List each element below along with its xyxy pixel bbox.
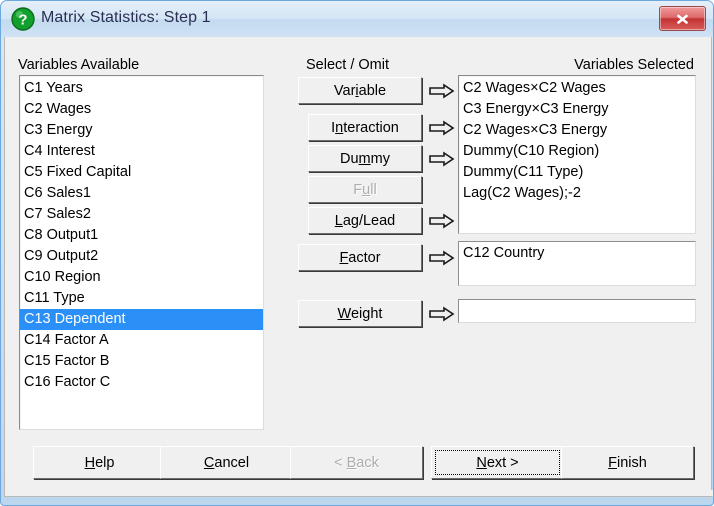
finish-button[interactable]: Finish [561, 446, 694, 479]
variable-list-item[interactable]: C10 Region [20, 267, 263, 288]
close-icon [677, 14, 688, 24]
help-button-label: Help [84, 454, 115, 471]
selected-variable-list-item[interactable]: Dummy(C11 Type) [459, 162, 695, 183]
factor-button[interactable]: Factor [298, 244, 422, 271]
full-button-label: Full [353, 181, 377, 198]
variable-list-item[interactable]: C6 Sales1 [20, 183, 263, 204]
variable-list-item[interactable]: C1 Years [20, 78, 263, 99]
variable-list-item[interactable]: C4 Interest [20, 141, 263, 162]
dummy-button[interactable]: Dummy [308, 145, 422, 172]
cancel-button-label: Cancel [203, 454, 250, 471]
variable-list-item[interactable]: C16 Factor C [20, 372, 263, 393]
svg-text:?: ? [18, 12, 27, 29]
variable-list-item[interactable]: C2 Wages [20, 99, 263, 120]
full-button: Full [308, 176, 422, 203]
title-bar[interactable]: ? Matrix Statistics: Step 1 [1, 1, 713, 37]
lag-lead-button[interactable]: Lag/Lead [308, 207, 422, 234]
back-button-label: < Back [334, 454, 379, 471]
variable-list-item[interactable]: C7 Sales2 [20, 204, 263, 225]
finish-button-label: Finish [608, 454, 647, 471]
variable-list-item[interactable]: C3 Energy [20, 120, 263, 141]
variable-list-item[interactable]: C11 Type [20, 288, 263, 309]
arrow-right-icon [429, 120, 455, 136]
variable-button-label: Variable [333, 82, 387, 99]
dummy-button-label: Dummy [340, 150, 390, 167]
variable-list-item[interactable]: C14 Factor A [20, 330, 263, 351]
arrow-right-icon [429, 213, 455, 229]
selected-variable-list-item[interactable]: Dummy(C10 Region) [459, 141, 695, 162]
lag-lead-button-label: Lag/Lead [334, 212, 396, 229]
factor-button-label: Factor [339, 249, 381, 266]
weight-field[interactable] [458, 299, 696, 323]
arrow-right-icon [429, 151, 455, 167]
arrow-right-icon [429, 306, 455, 322]
close-button[interactable] [659, 6, 706, 31]
cancel-button[interactable]: Cancel [160, 446, 293, 479]
window-title: Matrix Statistics: Step 1 [41, 9, 211, 26]
variable-list-item[interactable]: C8 Output1 [20, 225, 263, 246]
interaction-button[interactable]: Interaction [308, 114, 422, 141]
next-button[interactable]: Next > [431, 446, 564, 479]
bottom-divider [5, 490, 713, 496]
selected-variable-list-item[interactable]: C3 Energy×C3 Energy [459, 99, 695, 120]
selected-variable-list-item[interactable]: C2 Wages×C3 Energy [459, 120, 695, 141]
variable-list-item[interactable]: C15 Factor B [20, 351, 263, 372]
arrow-right-icon [429, 83, 455, 99]
variable-list-item[interactable]: C13 Dependent [20, 309, 263, 330]
variable-button[interactable]: Variable [298, 77, 422, 104]
help-button[interactable]: Help [33, 446, 166, 479]
selected-variable-list-item[interactable]: C2 Wages×C2 Wages [459, 78, 695, 99]
variable-list-item[interactable]: C5 Fixed Capital [20, 162, 263, 183]
weight-button-label: Weight [337, 305, 383, 322]
variable-list-item[interactable]: C9 Output2 [20, 246, 263, 267]
variables-available-listbox[interactable]: C1 Years C2 Wages C3 Energy C4 Interest C5 F… [19, 75, 264, 430]
dialog-body: Variables Available C1 Years C2 Wages C3 E… [4, 37, 713, 497]
variables-available-label: Variables Available [18, 57, 140, 73]
focus-ring [435, 450, 560, 475]
dialog-window: ? Matrix Statistics: Step 1 Variables Av… [0, 0, 714, 506]
select-omit-label: Select / Omit [306, 57, 389, 73]
weight-button[interactable]: Weight [298, 300, 422, 327]
variables-selected-listbox[interactable]: C2 Wages×C2 Wages C3 Energy×C3 Energy C2 W… [458, 75, 696, 234]
back-button: < Back [290, 446, 423, 479]
arrow-right-icon [429, 250, 455, 266]
interaction-button-label: Interaction [331, 119, 399, 136]
factor-field[interactable]: C12 Country [458, 241, 696, 286]
question-mark-icon: ? [11, 7, 35, 31]
variables-selected-label: Variables Selected [574, 57, 694, 73]
selected-variable-list-item[interactable]: Lag(C2 Wages);-2 [459, 183, 695, 204]
